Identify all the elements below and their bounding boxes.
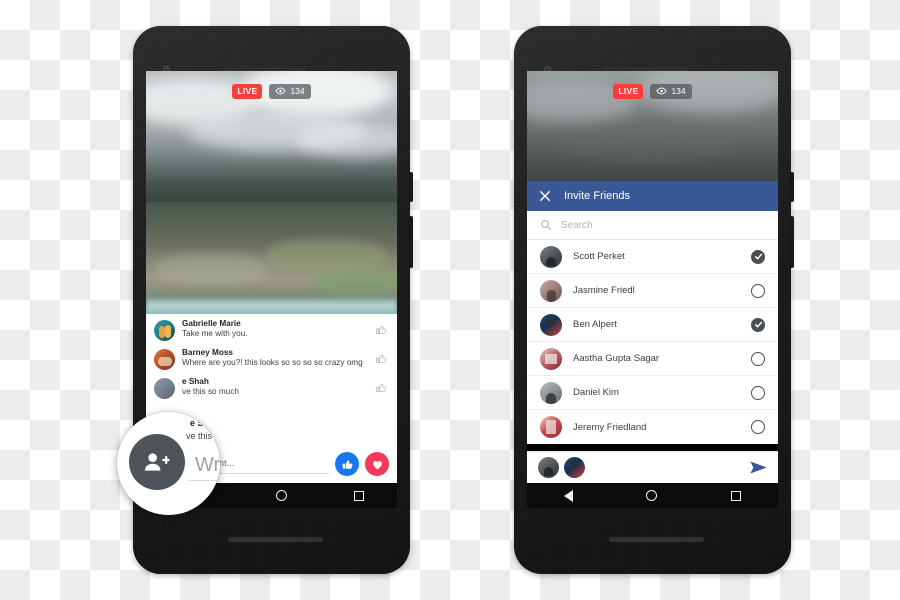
send-paper-plane-icon[interactable] <box>750 460 767 475</box>
heart-filled-icon[interactable] <box>365 452 389 476</box>
thumbs-up-outline-icon[interactable] <box>375 377 389 399</box>
eye-icon <box>275 87 287 95</box>
search-icon <box>541 220 552 231</box>
friend-checkbox-unselected[interactable] <box>751 283 765 298</box>
search-input[interactable]: Search <box>561 220 593 231</box>
friend-checkbox-selected[interactable] <box>751 249 765 264</box>
friend-name: Aastha Gupta Sagar <box>573 353 660 364</box>
friends-list: Scott Perket Jasmine Friedl Ben Alpert A… <box>527 240 778 444</box>
comment-item[interactable]: Barney Moss Where are you?! this looks s… <box>146 343 397 372</box>
comment-body: Gabrielle Marie Take me with you. <box>175 319 375 340</box>
avatar <box>540 381 562 404</box>
friend-checkbox-unselected[interactable] <box>751 420 765 434</box>
viewer-count-badge: 134 <box>650 84 692 99</box>
check-icon <box>754 253 762 260</box>
live-label: LIVE <box>237 86 258 96</box>
power-button[interactable] <box>409 172 413 202</box>
avatar <box>540 279 562 302</box>
invite-friends-header: Invite Friends <box>527 181 778 211</box>
magnified-composer-text: Wr <box>195 454 220 476</box>
live-badge: LIVE <box>613 84 644 99</box>
android-navigation-bar <box>527 483 778 508</box>
thumbs-up-outline-icon[interactable] <box>375 348 389 370</box>
invite-send-bar <box>527 451 778 483</box>
avatar <box>540 313 562 336</box>
selected-avatar[interactable] <box>564 457 585 478</box>
friend-row[interactable]: Jasmine Friedl <box>527 274 778 308</box>
magnified-comment-author: e Shah <box>190 418 220 428</box>
magnifier-content: e Shah ve this so much Wr <box>117 412 220 515</box>
thumbs-up-outline-icon[interactable] <box>375 319 389 341</box>
home-circle-icon[interactable] <box>275 490 287 501</box>
close-x-icon[interactable] <box>539 190 551 202</box>
avatar <box>540 416 562 438</box>
comment-item[interactable]: e Shah ve this so much <box>146 372 397 401</box>
avatar <box>540 347 562 370</box>
friend-name: Jasmine Friedl <box>573 285 635 296</box>
comment-author: Barney Moss <box>182 348 233 357</box>
right-phone-screen: LIVE 134 Invite Friends Search Scott Per… <box>527 71 778 508</box>
friend-row[interactable]: Aastha Gupta Sagar <box>527 342 778 376</box>
live-status-row: LIVE 134 <box>527 84 778 99</box>
friend-name: Scott Perket <box>573 251 625 262</box>
comment-item[interactable]: Gabrielle Marie Take me with you. <box>146 314 397 343</box>
friend-row[interactable]: Scott Perket <box>527 240 778 274</box>
bottom-speaker <box>228 537 323 542</box>
volume-button[interactable] <box>409 216 413 268</box>
viewer-count: 134 <box>290 86 305 96</box>
friend-search-row[interactable]: Search <box>527 211 778 240</box>
avatar <box>154 320 175 341</box>
friend-name: Ben Alpert <box>573 319 617 330</box>
live-badge: LIVE <box>232 84 263 99</box>
friend-row[interactable]: Ben Alpert <box>527 308 778 342</box>
home-circle-icon[interactable] <box>646 490 658 501</box>
back-triangle-icon[interactable] <box>563 489 573 502</box>
friend-name: Jeremy Friedland <box>573 421 647 433</box>
surf-line <box>146 296 397 314</box>
comment-body: Barney Moss Where are you?! this looks s… <box>175 348 375 369</box>
viewer-count: 134 <box>671 86 686 96</box>
friend-row[interactable]: Jeremy Friedland <box>527 410 778 444</box>
friend-checkbox-unselected[interactable] <box>751 385 765 400</box>
live-label: LIVE <box>618 86 639 96</box>
selected-avatar[interactable] <box>538 457 559 478</box>
thumbs-up-filled-icon[interactable] <box>335 452 359 476</box>
right-phone-device: LIVE 134 Invite Friends Search Scott Per… <box>514 26 794 574</box>
recents-square-icon[interactable] <box>731 490 742 501</box>
magnified-comment-text: ve this so much <box>186 431 220 441</box>
avatar <box>154 378 175 399</box>
comment-author: Gabrielle Marie <box>182 319 241 328</box>
comment-text: ve this so much <box>182 387 239 397</box>
friend-row[interactable]: Daniel Kim <box>527 376 778 410</box>
terrain-patch <box>316 270 397 296</box>
friend-checkbox-selected[interactable] <box>751 317 765 332</box>
magnifier-loupe: e Shah ve this so much Wr <box>117 412 220 515</box>
invite-friends-title: Invite Friends <box>564 190 631 202</box>
add-person-icon[interactable] <box>129 434 185 490</box>
comment-author: e Shah <box>182 377 209 386</box>
comment-body: e Shah ve this so much <box>175 377 375 398</box>
eye-icon <box>656 87 668 95</box>
add-person-glyph <box>144 453 170 471</box>
friend-checkbox-unselected[interactable] <box>751 351 765 366</box>
comment-text: Take me with you. <box>182 329 248 339</box>
bottom-speaker <box>609 537 704 542</box>
power-button[interactable] <box>790 172 794 202</box>
live-status-row: LIVE 134 <box>146 84 397 99</box>
live-video-player[interactable]: LIVE 134 <box>527 71 778 181</box>
volume-button[interactable] <box>790 216 794 268</box>
avatar <box>540 245 562 268</box>
viewer-count-badge: 134 <box>269 84 311 99</box>
live-video-player[interactable]: LIVE 134 <box>146 71 397 314</box>
check-icon <box>754 321 762 328</box>
recents-square-icon[interactable] <box>353 490 364 501</box>
friend-name: Daniel Kim <box>573 387 619 398</box>
avatar <box>154 349 175 370</box>
comment-text: Where are you?! this looks so so so so c… <box>182 358 363 368</box>
magnifier-clip: e Shah ve this so much Wr <box>117 412 220 515</box>
terrain-patch <box>266 240 386 274</box>
magnified-input-underline <box>189 480 220 481</box>
terrain-patch <box>156 254 266 284</box>
